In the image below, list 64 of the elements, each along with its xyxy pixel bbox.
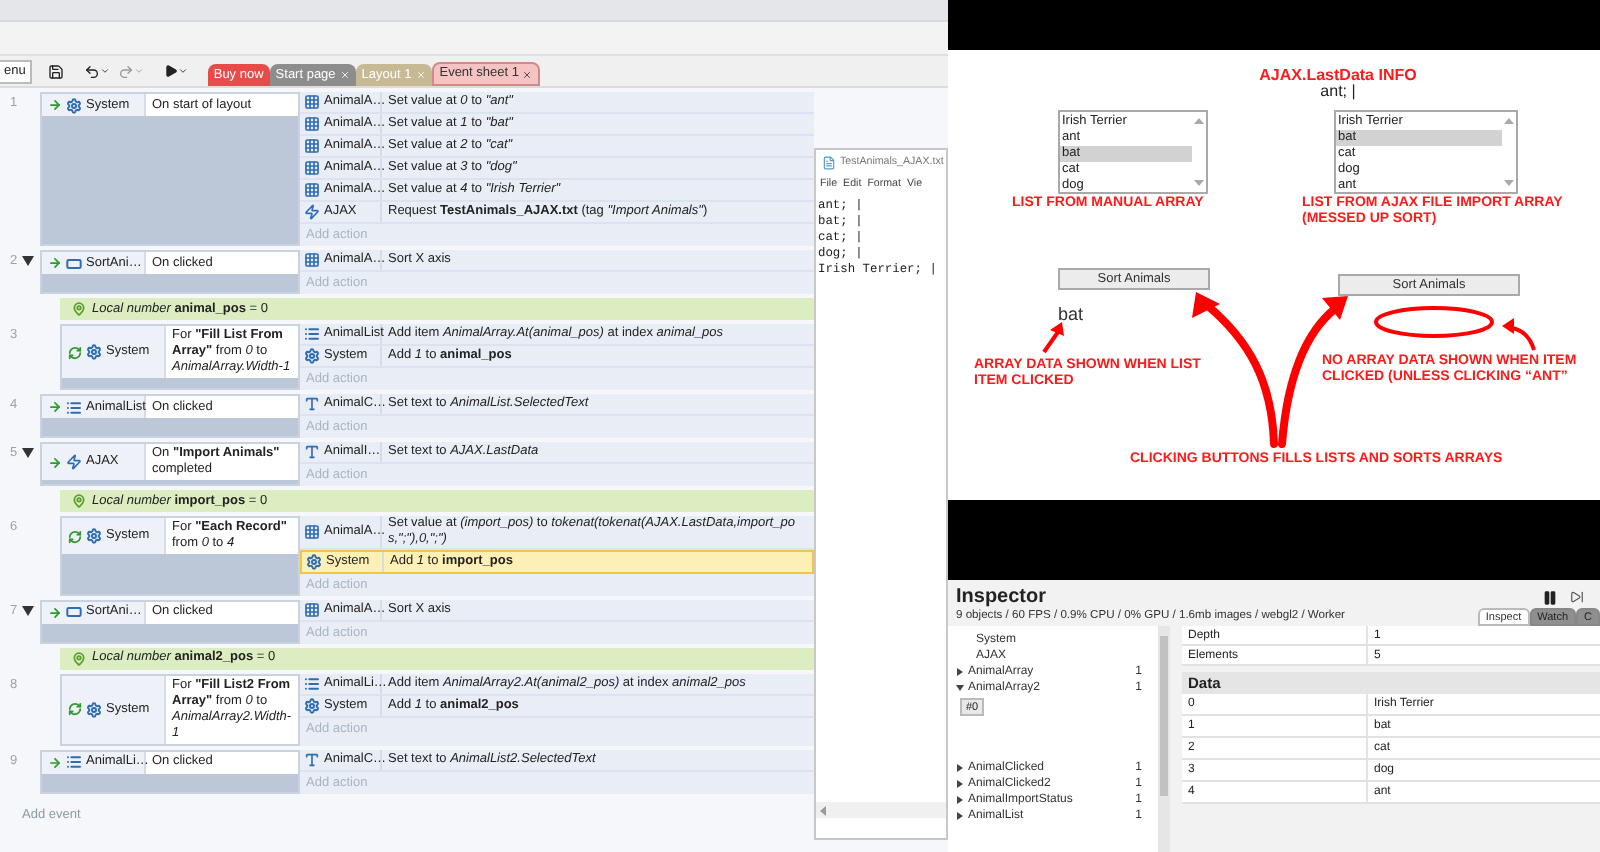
grid-icon [304, 524, 320, 540]
horizontal-scrollbar[interactable] [816, 802, 946, 818]
loop-icon [68, 702, 82, 717]
inspector-title: Inspector [956, 586, 1049, 608]
scribble-ellipse [1374, 306, 1494, 338]
list-icon [66, 754, 82, 771]
gear-icon [306, 553, 322, 570]
text-object-icon [304, 444, 320, 460]
expand-toggle[interactable] [956, 668, 964, 676]
text-object-icon [304, 396, 320, 412]
expand-toggle[interactable] [956, 684, 964, 692]
grid-icon [304, 94, 320, 110]
grid-icon [304, 116, 320, 132]
arrow-icon [48, 455, 62, 469]
expand-toggle[interactable] [956, 764, 964, 772]
arrow-icon [48, 256, 62, 270]
button-object-icon [66, 255, 82, 271]
pin-icon [72, 494, 86, 508]
list-icon [66, 399, 82, 415]
save-icon[interactable] [47, 63, 64, 79]
play-icon[interactable] [163, 64, 178, 78]
grid-icon [304, 160, 320, 176]
caret-icon[interactable] [99, 66, 110, 76]
arrow-icon [48, 755, 62, 770]
expand-toggle[interactable] [21, 448, 34, 458]
gear-icon [304, 697, 320, 714]
arrow-icon [48, 605, 62, 620]
gear-icon [86, 701, 102, 718]
loop-icon [68, 345, 82, 359]
grid-icon [304, 252, 320, 268]
grid-icon [304, 601, 320, 618]
expand-toggle[interactable] [956, 796, 964, 804]
text-object-icon [304, 751, 320, 768]
gear-icon [304, 348, 320, 364]
step-icon[interactable] [1570, 590, 1584, 604]
loop-icon [68, 529, 82, 543]
scrollbar[interactable] [1158, 626, 1170, 852]
arrow-icon [48, 98, 62, 112]
bolt-icon [304, 204, 320, 220]
info-value: ant; | [1318, 82, 1358, 100]
document-icon [822, 156, 836, 170]
pin-icon [72, 651, 86, 666]
list-icon [304, 675, 320, 692]
pause-icon[interactable] [1542, 589, 1558, 605]
info-title: AJAX.LastData INFO [1257, 64, 1419, 84]
undo-icon[interactable] [83, 63, 100, 79]
caret-icon[interactable] [177, 66, 188, 76]
small-arrow [1042, 322, 1064, 354]
bolt-icon [66, 454, 82, 470]
expand-toggle[interactable] [956, 780, 964, 788]
arrow-icon [48, 400, 62, 414]
small-arrow [1502, 318, 1536, 351]
expand-toggle[interactable] [21, 605, 34, 616]
list-icon [304, 326, 320, 342]
expand-toggle[interactable] [956, 812, 964, 820]
gear-icon [86, 528, 102, 544]
selected-value: bat [1058, 302, 1084, 328]
pin-icon [72, 302, 86, 316]
expand-toggle[interactable] [21, 256, 34, 266]
gear-icon [86, 344, 102, 360]
grid-icon [304, 138, 320, 154]
grid-icon [304, 182, 320, 198]
button-object-icon [66, 604, 82, 621]
gear-icon [66, 97, 82, 113]
